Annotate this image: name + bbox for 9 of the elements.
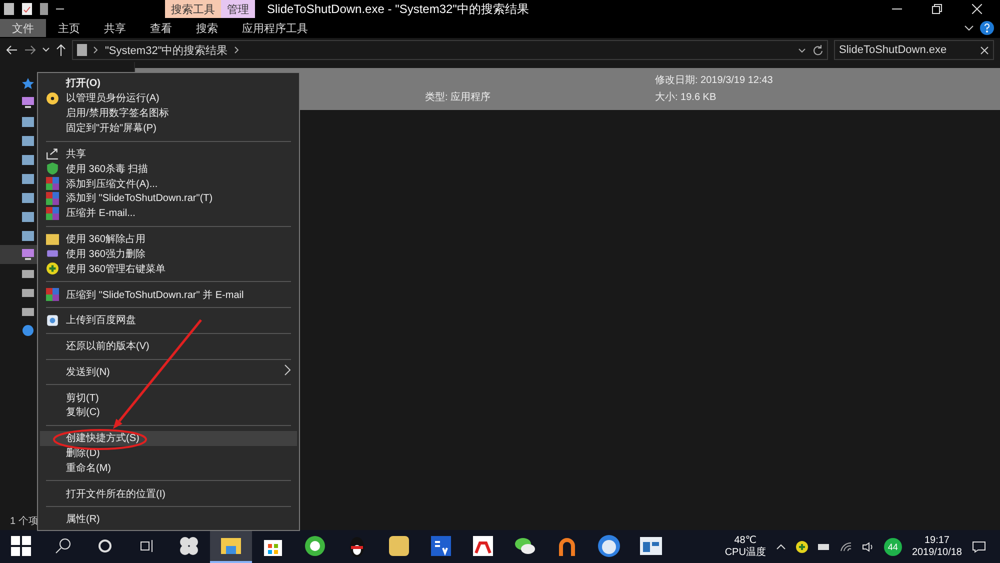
window-title: SlideToShutDown.exe - "System32"中的搜索结果 bbox=[267, 0, 529, 18]
clock-date: 2019/10/18 bbox=[912, 546, 962, 558]
file-type: 类型: 应用程序 bbox=[425, 90, 492, 104]
cpu-temperature: 48℃ bbox=[734, 534, 757, 546]
file-size: 大小: 19.6 KB bbox=[655, 90, 718, 104]
item-count: 1 个项 bbox=[10, 515, 38, 528]
cpu-label: CPU温度 bbox=[724, 546, 766, 558]
file-modified: 修改日期: 2019/3/19 12:43 bbox=[655, 74, 774, 87]
clock-time: 19:17 bbox=[924, 534, 950, 546]
